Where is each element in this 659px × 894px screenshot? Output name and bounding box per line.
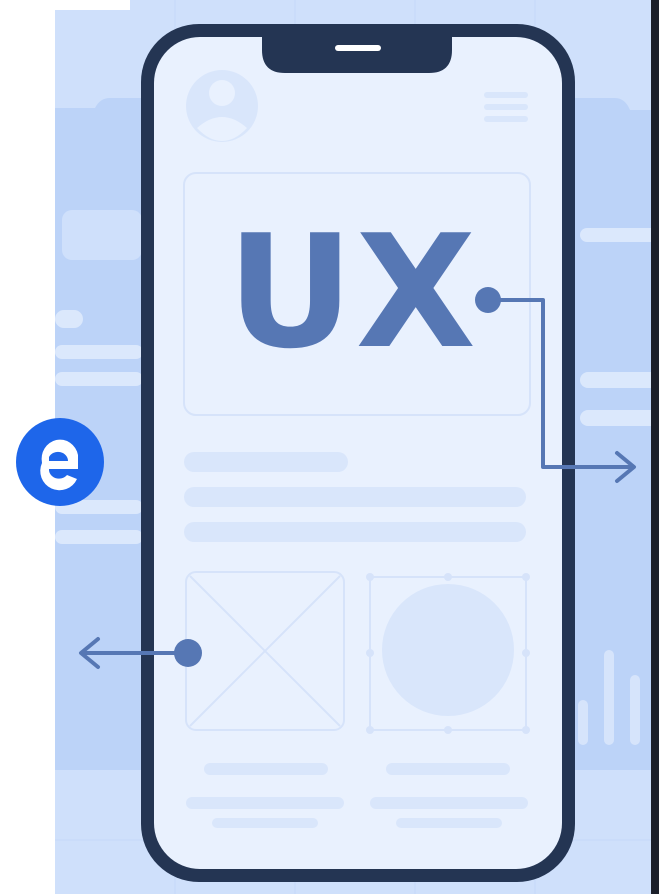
background-line: [55, 345, 143, 359]
text-placeholder: [204, 763, 328, 775]
ux-wireframe-illustration: [16, 0, 659, 894]
background-corner-strip: [55, 0, 130, 10]
speaker-slot: [335, 45, 381, 51]
text-placeholder: [186, 797, 344, 809]
text-placeholder: [370, 797, 528, 809]
background-line: [55, 530, 143, 544]
right-connector-dot: [475, 287, 501, 313]
background-line: [55, 310, 83, 328]
background-line: [580, 228, 659, 242]
phone-notch: [262, 37, 452, 73]
brand-logo-icon: [16, 418, 104, 506]
background-bar: [578, 700, 588, 745]
right-edge-strip: [651, 0, 659, 894]
text-placeholder: [184, 522, 526, 542]
illustration: UX: [0, 0, 659, 894]
left-connector-dot: [174, 639, 202, 667]
background-line: [580, 410, 659, 426]
text-placeholder: [212, 818, 318, 828]
ux-heading: UX: [227, 201, 478, 383]
background-line: [62, 210, 142, 260]
text-placeholder: [184, 487, 526, 507]
background-bar: [630, 675, 640, 745]
background-line: [580, 372, 659, 388]
text-placeholder: [386, 763, 510, 775]
background-bar: [604, 650, 614, 745]
avatar-head: [209, 80, 235, 106]
text-placeholder: [184, 452, 348, 472]
text-placeholder: [396, 818, 502, 828]
hamburger-menu-icon: [484, 92, 528, 122]
background-line: [55, 372, 143, 386]
